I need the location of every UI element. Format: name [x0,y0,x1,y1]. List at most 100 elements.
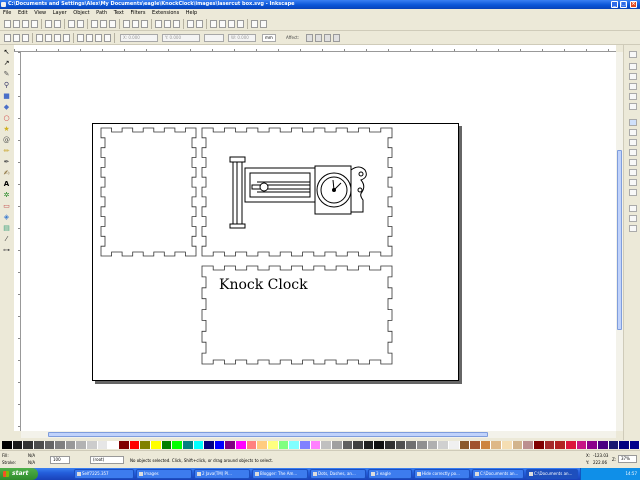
snap-bbox-centers-icon[interactable] [629,103,637,110]
clock[interactable]: 14:57 [625,471,637,476]
open-icon[interactable] [13,20,20,28]
select-all-layers-icon[interactable] [13,34,20,42]
3d-box-tool-icon[interactable]: ◆ [2,103,11,112]
color-swatch[interactable] [629,441,640,449]
snap-page-border-icon[interactable] [629,205,637,212]
affect-patterns-toggle[interactable] [333,34,340,42]
color-swatch[interactable] [597,441,609,449]
text-tool-icon[interactable]: A [2,180,11,189]
taskbar-item[interactable]: C:\Documents an... [472,469,524,479]
color-swatch[interactable] [172,441,183,449]
color-swatch[interactable] [268,441,279,449]
color-swatch[interactable] [470,441,481,449]
taskbar-item[interactable]: 2 Java(TM) Pl... [194,469,250,479]
zoom-tool-icon[interactable]: ⚲ [2,81,11,90]
layer-select[interactable]: (root) [90,456,124,464]
x-input[interactable]: X: 0.000 [120,34,158,42]
rotate-cw-icon[interactable] [45,34,52,42]
color-swatch[interactable] [427,441,439,449]
vertical-ruler[interactable] [14,52,21,431]
start-button[interactable]: start [0,468,38,480]
raise-icon[interactable] [86,34,93,42]
color-swatch[interactable] [119,441,130,449]
menu-filters[interactable]: Filters [130,10,145,16]
dropper-tool-icon[interactable]: ⁄ [2,235,11,244]
color-swatch[interactable] [55,441,66,449]
snap-bbox-icon[interactable] [629,63,637,70]
menu-object[interactable]: Object [73,10,89,16]
color-swatch[interactable] [289,441,300,449]
new-document-icon[interactable] [4,20,11,28]
snap-guides-icon[interactable] [629,225,637,232]
color-swatch[interactable] [555,441,566,449]
w-input[interactable]: W: 0.000 [228,34,256,42]
color-swatch[interactable] [257,441,269,449]
color-swatch[interactable] [480,441,492,449]
snap-bbox-midpoints-icon[interactable] [629,93,637,100]
menu-help[interactable]: Help [186,10,197,16]
flip-vertical-icon[interactable] [63,34,70,42]
color-swatch[interactable] [87,441,98,449]
color-swatch[interactable] [587,441,598,449]
menu-layer[interactable]: Layer [53,10,67,16]
import-icon[interactable] [45,20,52,28]
gradient-tool-icon[interactable]: ▤ [2,224,11,233]
save-icon[interactable] [22,20,29,28]
color-swatch[interactable] [193,441,205,449]
snap-intersections-icon[interactable] [629,139,637,146]
paste-icon[interactable] [109,20,116,28]
taskbar-item[interactable]: Dots, Dashes, an... [310,469,366,479]
horizontal-scroll-thumb[interactable] [48,432,488,437]
color-swatch[interactable] [129,441,141,449]
affect-stroke-width-toggle[interactable] [306,34,313,42]
taskbar-item[interactable]: Self7225.357 [74,469,134,479]
rectangle-tool-icon[interactable]: ■ [2,92,11,101]
color-swatch[interactable] [565,441,577,449]
color-swatch[interactable] [363,441,375,449]
color-swatch[interactable] [544,441,556,449]
color-swatch[interactable] [331,441,343,449]
export-icon[interactable] [54,20,61,28]
vertical-scroll-thumb[interactable] [617,150,622,330]
snap-nodes-icon[interactable] [629,119,637,126]
color-swatch[interactable] [310,441,322,449]
redo-icon[interactable] [77,20,84,28]
color-swatch[interactable] [236,441,247,449]
knock-clock-caption[interactable]: Knock Clock [219,277,308,293]
taskbar-item[interactable]: Images [136,469,192,479]
select-all-icon[interactable] [4,34,11,42]
stroke-value[interactable]: N/A [28,460,35,465]
affect-gradients-toggle[interactable] [324,34,331,42]
color-swatch[interactable] [406,441,417,449]
selector-tool-icon[interactable]: ↖ [2,48,11,57]
align-distribute-icon[interactable] [237,20,244,28]
fill-stroke-icon[interactable] [210,20,217,28]
color-swatch[interactable] [299,441,311,449]
zoom-page-icon[interactable] [141,20,148,28]
lower-icon[interactable] [95,34,102,42]
color-swatch[interactable] [182,441,194,449]
color-swatch[interactable] [76,441,88,449]
calligraphy-tool-icon[interactable]: ✍ [2,169,11,178]
bucket-tool-icon[interactable]: ◈ [2,213,11,222]
color-swatch[interactable] [12,441,24,449]
minimize-button[interactable]: _ [611,1,618,8]
unlink-clone-icon[interactable] [173,20,180,28]
taskbar-item-active[interactable]: C:\Documents an... [526,469,578,479]
color-swatch[interactable] [140,441,151,449]
color-swatch[interactable] [214,441,226,449]
ellipse-tool-icon[interactable]: ○ [2,114,11,123]
duplicate-icon[interactable] [155,20,162,28]
flip-horizontal-icon[interactable] [54,34,61,42]
menu-extensions[interactable]: Extensions [152,10,179,16]
color-swatch[interactable] [353,441,364,449]
color-swatch[interactable] [416,441,428,449]
color-swatch[interactable] [374,441,386,449]
color-swatch[interactable] [448,441,460,449]
tweak-tool-icon[interactable]: ✎ [2,70,11,79]
snap-toggle-icon[interactable] [629,51,637,58]
snap-rotation-center-icon[interactable] [629,189,637,196]
raise-to-top-icon[interactable] [77,34,84,42]
preferences-icon[interactable] [251,20,258,28]
eraser-tool-icon[interactable]: ▭ [2,202,11,211]
